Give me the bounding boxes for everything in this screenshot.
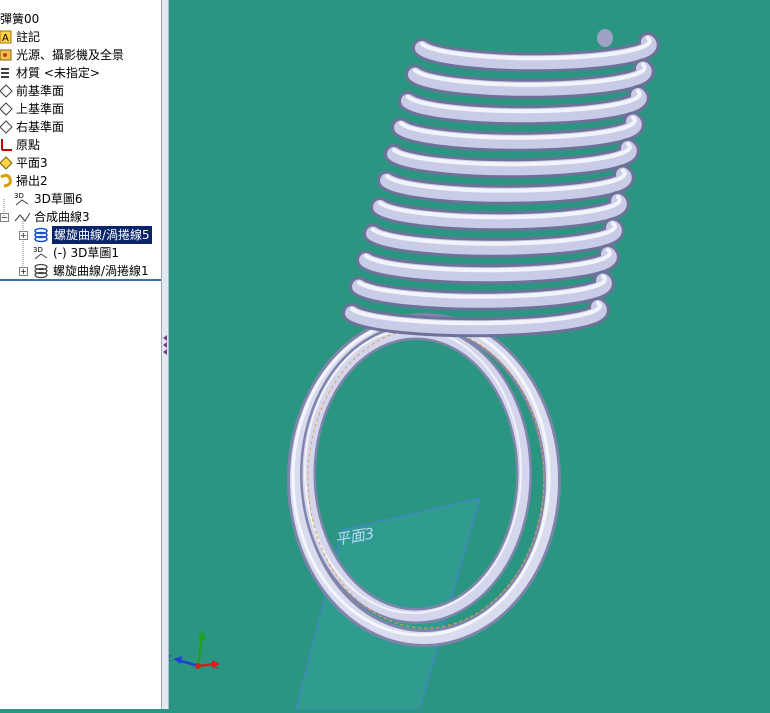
tree-item-label: (-) 3D草圖1 — [53, 246, 120, 260]
collapse-panel-arrow-icon[interactable] — [163, 333, 168, 355]
tree-item-label: 螺旋曲線/渦捲線1 — [53, 264, 149, 278]
spring-coils — [342, 29, 660, 338]
x-axis-label: X — [213, 662, 219, 671]
y-axis-label: Y — [198, 633, 204, 642]
spring-model: 平面3 Y X Z — [166, 29, 660, 710]
z-axis-label: Z — [169, 654, 172, 663]
tree-item-label: 螺旋曲線/渦捲線5 — [52, 226, 152, 244]
axis-triad: Y X Z — [166, 630, 220, 671]
graphics-viewport[interactable]: 平面3 Y X Z — [166, 0, 770, 710]
tree-divider — [0, 279, 161, 281]
feature-manager-tree: 彈簧00 A 註記 光源、攝影機及全景 材質 <未指定> 前基準面 上基準面 右… — [0, 0, 162, 709]
spring-wire-end — [597, 29, 613, 47]
tree-connector-lines — [3, 199, 24, 270]
